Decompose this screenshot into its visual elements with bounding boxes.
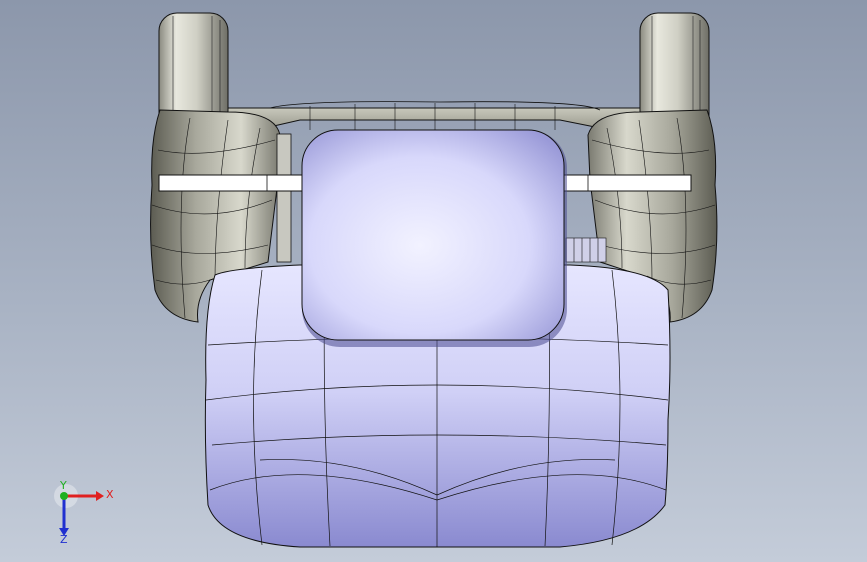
z-axis-label: Z <box>60 533 68 544</box>
y-axis-dot <box>60 492 68 500</box>
x-axis-label: X <box>106 488 114 501</box>
cockpit-cover <box>301 129 567 347</box>
y-axis-label: Y <box>59 480 67 492</box>
x-axis-arrowhead <box>96 491 104 501</box>
graphics-viewport[interactable]: X Y Z <box>0 0 867 562</box>
model-view[interactable] <box>0 0 867 562</box>
coordinate-triad: X Y Z <box>54 480 114 544</box>
